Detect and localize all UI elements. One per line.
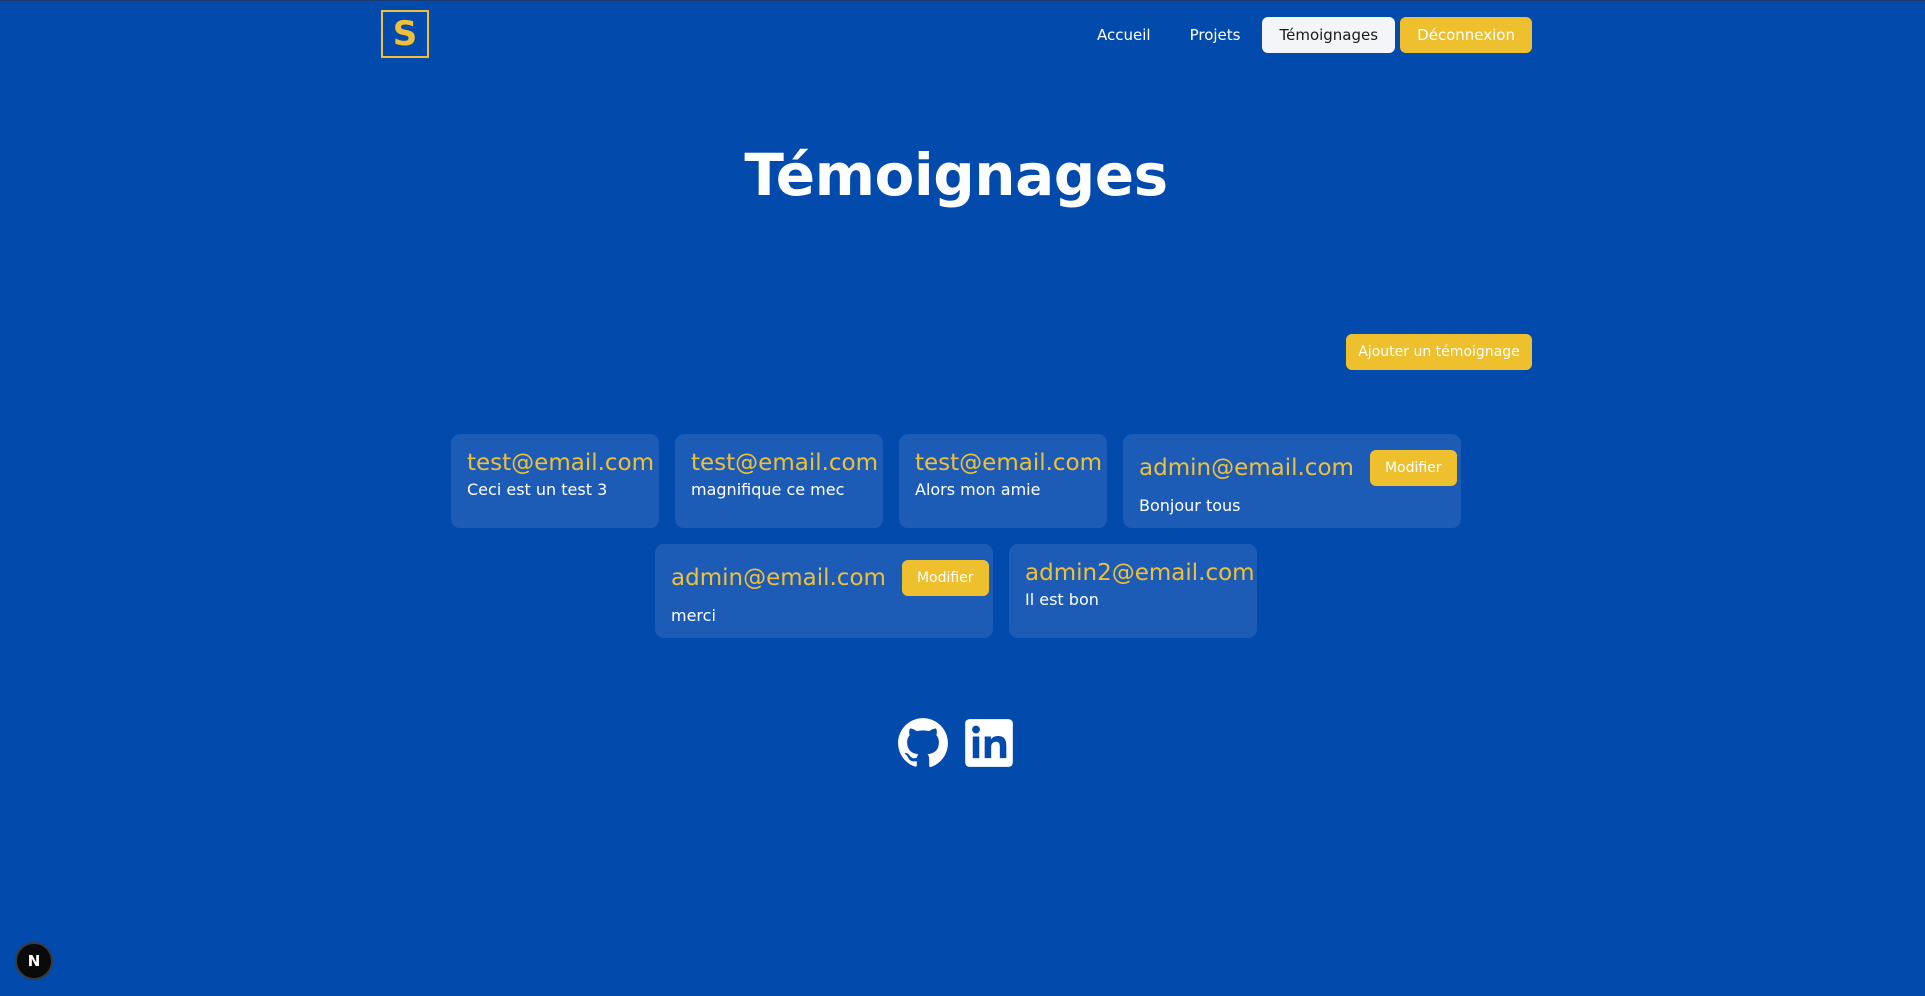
testimonial-message: Bonjour tous bbox=[1139, 496, 1241, 515]
testimonial-card: admin2@email.com Il est bon bbox=[1009, 544, 1257, 638]
add-testimonial-button[interactable]: Ajouter un témoignage bbox=[1346, 334, 1532, 370]
testimonial-email: test@email.com bbox=[691, 450, 879, 476]
logout-button[interactable]: Déconnexion bbox=[1400, 17, 1532, 53]
testimonial-card: test@email.com Ceci est un test 3 bbox=[451, 434, 659, 528]
scrollbar[interactable] bbox=[1915, 1, 1925, 996]
social-links bbox=[897, 717, 1015, 769]
nav-accueil[interactable]: Accueil bbox=[1080, 17, 1168, 53]
dev-tools-badge[interactable]: N bbox=[15, 942, 53, 980]
testimonial-email: test@email.com bbox=[915, 450, 1103, 476]
testimonial-card: test@email.com Alors mon amie bbox=[899, 434, 1107, 528]
testimonial-email: admin@email.com bbox=[1139, 455, 1354, 481]
testimonial-email: admin2@email.com bbox=[1025, 560, 1255, 586]
testimonial-card: admin@email.com Modifier merci bbox=[655, 544, 993, 638]
nav-projets[interactable]: Projets bbox=[1173, 17, 1258, 53]
testimonial-message: Il est bon bbox=[1025, 590, 1099, 609]
testimonial-message: magnifique ce mec bbox=[691, 480, 845, 499]
testimonial-message: Ceci est un test 3 bbox=[467, 480, 608, 499]
testimonial-card: test@email.com magnifique ce mec bbox=[675, 434, 883, 528]
testimonial-message: merci bbox=[671, 606, 716, 625]
page: S Accueil Projets Témoignages Déconnexio… bbox=[0, 0, 1925, 996]
testimonial-card: admin@email.com Modifier Bonjour tous bbox=[1123, 434, 1461, 528]
linkedin-icon[interactable] bbox=[963, 717, 1015, 769]
main-nav: Accueil Projets Témoignages Déconnexion bbox=[1080, 17, 1532, 53]
github-icon[interactable] bbox=[897, 717, 949, 769]
testimonial-message: Alors mon amie bbox=[915, 480, 1041, 499]
testimonial-email: admin@email.com bbox=[671, 565, 886, 591]
nav-temoignages[interactable]: Témoignages bbox=[1262, 17, 1396, 53]
testimonial-email: test@email.com bbox=[467, 450, 655, 476]
modify-button[interactable]: Modifier bbox=[1369, 450, 1457, 486]
modify-button[interactable]: Modifier bbox=[901, 560, 989, 596]
logo[interactable]: S bbox=[381, 10, 429, 58]
page-title: Témoignages bbox=[744, 141, 1168, 209]
